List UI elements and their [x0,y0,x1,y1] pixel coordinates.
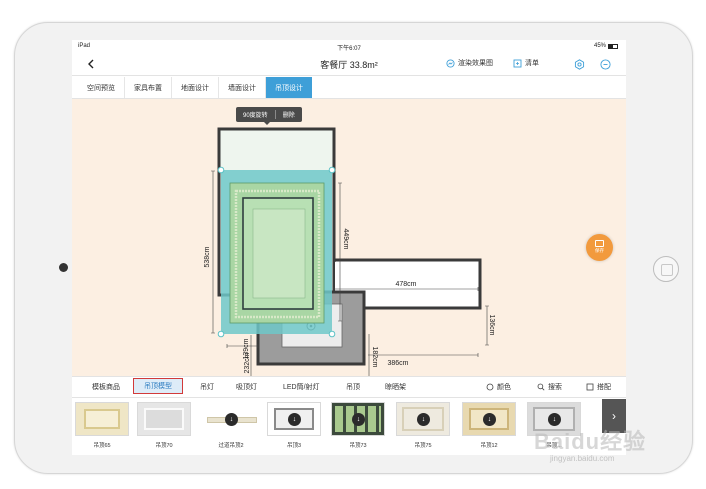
tab-ceiling[interactable]: 吊顶设计 [266,77,312,98]
ceiling-action-popup: 90度旋转 删除 [236,107,302,125]
product-label: 吊顶65 [93,443,111,449]
search-label: 搜索 [548,384,562,391]
match-label: 搭配 [597,384,611,391]
resize-handle[interactable] [217,166,225,174]
match-button[interactable]: 搭配 [586,382,611,392]
app-screen: iPad 下午6:07 45% 客餐厅 33.8m² 渲染效果图 清单 空间预览… [72,40,626,455]
category-ceiling-light[interactable]: 吸顶灯 [236,382,257,392]
floor-plan[interactable]: 538cm 449cm 478cm 136cm 139cm 232cm 182c… [72,99,626,376]
download-icon[interactable]: ↓ [483,413,496,426]
resize-handle[interactable] [217,330,225,338]
product-label: 吊顶12 [480,443,498,449]
battery-icon [608,43,618,49]
product-thumbnail [75,402,129,436]
render-button[interactable]: 渲染效果图 [446,58,493,68]
product-label: 吊顶70 [155,443,173,449]
product-label: 吊顶3 [286,443,302,449]
render-label: 渲染效果图 [458,60,493,67]
color-filter-label: 颜色 [497,384,511,391]
dim-corridor-bottom: 386cm [387,360,408,367]
battery-status: 45% [594,43,618,49]
tab-furniture[interactable]: 家具布置 [125,77,172,98]
tab-wall[interactable]: 墙面设计 [219,77,266,98]
product-thumbnail: ↓ [267,402,321,436]
render-icon [446,58,455,68]
category-template[interactable]: 模板商品 [92,382,120,392]
product-label: 吊顶75 [414,443,432,449]
list-button[interactable]: 清单 [513,58,539,68]
palette-icon [486,383,494,391]
floor-plan-canvas[interactable]: 538cm 449cm 478cm 136cm 139cm 232cm 182c… [72,99,626,376]
gear-icon[interactable] [574,59,585,70]
product-item[interactable]: ↓ 吊顶75 [395,402,451,450]
dim-lower-right: 182cm [371,346,378,367]
download-icon[interactable]: ↓ [417,413,430,426]
design-tabs: 空间预览 家具布置 地面设计 墙面设计 吊顶设计 [72,77,626,99]
tab-space-preview[interactable]: 空间预览 [78,77,125,98]
category-led-spot[interactable]: LED筒/射灯 [283,382,320,392]
product-thumbnail: ↓ [331,402,385,436]
search-button[interactable]: 搜索 [537,382,562,392]
category-ceiling[interactable]: 吊顶 [346,382,360,392]
product-thumbnail: ↓ [204,402,258,436]
product-thumbnail: ↓ [462,402,516,436]
page-title: 客餐厅 33.8m² [320,60,378,70]
dim-corridor-right: 136cm [488,314,495,335]
dim-lower-vertical: 232cm [244,352,251,373]
category-tabs: 模板商品 吊顶模型 吊灯 吸顶灯 LED筒/射灯 吊顶 晾晒架 颜色 搜索 搭配 [72,376,626,398]
title-bar: 客餐厅 33.8m² 渲染效果图 清单 [72,53,626,76]
status-time: 下午6:07 [337,46,361,52]
match-icon [586,383,594,391]
product-item[interactable]: 吊顶65 [74,402,130,450]
product-item[interactable]: ↓ 吊顶3 [266,402,322,450]
status-bar: iPad 下午6:07 45% [72,40,626,53]
list-label: 清单 [525,60,539,67]
category-ceiling-model[interactable]: 吊顶模型 [133,378,183,394]
save-button[interactable]: 保存 [586,234,613,261]
category-pendant-light[interactable]: 吊灯 [200,382,214,392]
watermark-brand: Baidu经验 [534,429,647,454]
download-icon[interactable]: ↓ [288,413,301,426]
tab-floor[interactable]: 地面设计 [172,77,219,98]
download-icon[interactable]: ↓ [352,413,365,426]
front-camera [59,263,68,272]
product-thumbnail [137,402,191,436]
resize-handle[interactable] [328,330,336,338]
user-icon[interactable] [600,59,611,70]
rotate-button[interactable]: 90度旋转 [236,110,275,119]
download-icon[interactable]: ↓ [225,413,238,426]
product-thumbnail: ↓ [396,402,450,436]
resize-handle[interactable] [328,166,336,174]
product-item[interactable]: ↓ 吊顶12 [461,402,517,450]
delete-button[interactable]: 删除 [276,110,302,119]
product-label: 吊顶73 [349,443,367,449]
search-icon [537,383,545,391]
list-icon [513,59,522,67]
save-label: 保存 [595,248,604,253]
battery-percent: 45% [593,43,606,49]
product-item[interactable]: ↓ 过道吊顶2 [203,402,259,450]
category-drying-rack[interactable]: 晾晒架 [385,382,406,392]
product-item[interactable]: 吊顶70 [136,402,192,450]
color-filter-button[interactable]: 颜色 [486,382,511,392]
dim-inner: 449cm [342,228,349,249]
product-label: 过道吊顶2 [218,443,244,449]
home-button[interactable] [653,256,679,282]
dim-corridor-top: 478cm [395,281,416,288]
product-item[interactable]: ↓ 吊顶73 [330,402,386,450]
watermark: Baidu经验 jingyan.baidu.com [534,424,684,464]
dim-left: 538cm [204,246,211,267]
save-icon [595,240,604,247]
